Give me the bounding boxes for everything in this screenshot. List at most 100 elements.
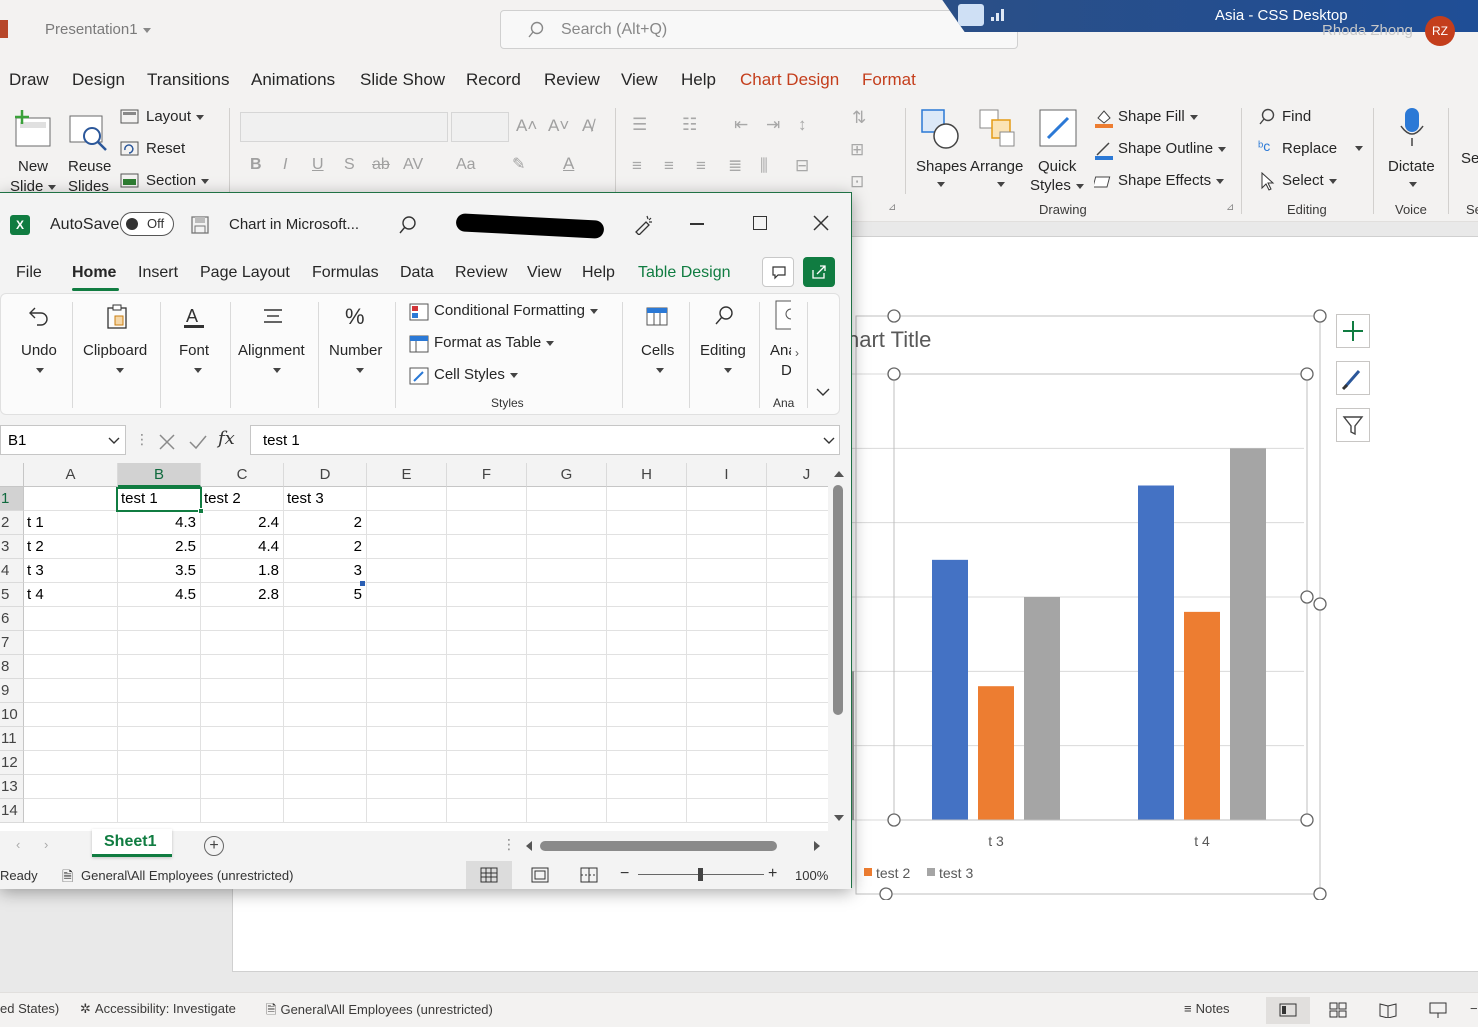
cell-a2[interactable]: t 1	[24, 511, 118, 535]
cell-a3[interactable]: t 2	[24, 535, 118, 559]
hscroll-left-icon[interactable]	[524, 840, 534, 852]
sheet-scroll-right-icon[interactable]: ›	[44, 837, 48, 852]
cell-d8[interactable]	[284, 655, 367, 679]
cell-a12[interactable]	[24, 751, 118, 775]
cell-e10[interactable]	[367, 703, 447, 727]
chart-elements-button[interactable]	[1336, 314, 1370, 348]
search-box[interactable]: Search (Alt+Q)	[500, 10, 1018, 49]
vertical-scroll-thumb[interactable]	[833, 485, 843, 715]
cell-f2[interactable]	[447, 511, 527, 535]
cell-h11[interactable]	[607, 727, 687, 751]
cell-b5[interactable]: 4.5	[118, 583, 201, 607]
cell-e8[interactable]	[367, 655, 447, 679]
cell-j14[interactable]	[767, 799, 828, 823]
notes-button[interactable]: ≡ Notes	[1184, 1001, 1230, 1016]
cell-e14[interactable]	[367, 799, 447, 823]
cell-c5[interactable]: 2.8	[201, 583, 284, 607]
cell-e13[interactable]	[367, 775, 447, 799]
cell-g1[interactable]	[527, 487, 607, 511]
cancel-entry-icon[interactable]	[158, 433, 176, 451]
cell-g7[interactable]	[527, 631, 607, 655]
cell-h4[interactable]	[607, 559, 687, 583]
cell-a13[interactable]	[24, 775, 118, 799]
bar-test-1-t-4[interactable]	[1138, 485, 1174, 821]
undo-button[interactable]: Undo	[17, 302, 63, 382]
cell-h8[interactable]	[607, 655, 687, 679]
cell-j7[interactable]	[767, 631, 828, 655]
cell-i14[interactable]	[687, 799, 767, 823]
increase-indent-icon[interactable]: ⇥	[766, 115, 780, 135]
cell-c2[interactable]: 2.4	[201, 511, 284, 535]
zoom-out-icon[interactable]: −	[1470, 1001, 1478, 1016]
expand-formula-chevron-icon[interactable]	[822, 436, 836, 446]
cell-i2[interactable]	[687, 511, 767, 535]
tab-split-grip-icon[interactable]: ⋮	[502, 836, 516, 853]
xl-tab-home[interactable]: Home	[72, 264, 116, 282]
bar-test-3-t-3[interactable]	[1024, 597, 1060, 820]
cell-e7[interactable]	[367, 631, 447, 655]
cell-h10[interactable]	[607, 703, 687, 727]
cell-g8[interactable]	[527, 655, 607, 679]
cell-c1[interactable]: test 2	[201, 487, 284, 511]
cell-h13[interactable]	[607, 775, 687, 799]
selection-handle[interactable]	[887, 367, 901, 381]
save-icon[interactable]	[190, 215, 210, 235]
comments-button[interactable]	[762, 257, 794, 287]
cell-g9[interactable]	[527, 679, 607, 703]
bullets-icon[interactable]: ☰	[632, 115, 647, 135]
xl-tab-review[interactable]: Review	[455, 264, 507, 282]
cell-g5[interactable]	[527, 583, 607, 607]
cell-b12[interactable]	[118, 751, 201, 775]
cell-j9[interactable]	[767, 679, 828, 703]
reading-view-icon[interactable]	[1379, 1002, 1397, 1018]
cell-f9[interactable]	[447, 679, 527, 703]
cell-i1[interactable]	[687, 487, 767, 511]
paragraph-launcher-icon[interactable]: ⊿	[888, 202, 896, 213]
row-header-11[interactable]: 11	[0, 727, 24, 751]
column-header-a[interactable]: A	[24, 463, 118, 487]
cell-f7[interactable]	[447, 631, 527, 655]
name-box[interactable]: B1	[0, 425, 126, 455]
bar-test-3-t-4[interactable]	[1230, 448, 1266, 820]
zoom-level[interactable]: 100%	[795, 868, 828, 883]
font-color-icon[interactable]: A	[563, 154, 574, 174]
column-header-e[interactable]: E	[367, 463, 447, 487]
chart-title[interactable]: hart Title	[852, 327, 931, 352]
cell-j1[interactable]	[767, 487, 828, 511]
hscroll-right-icon[interactable]	[812, 840, 822, 852]
xl-tab-data[interactable]: Data	[400, 264, 434, 282]
column-header-h[interactable]: H	[607, 463, 687, 487]
cell-c6[interactable]	[201, 607, 284, 631]
slideshow-icon[interactable]	[1429, 1001, 1447, 1019]
editing-button[interactable]: Editing	[697, 302, 753, 382]
cell-b13[interactable]	[118, 775, 201, 799]
change-case-icon[interactable]: Aa	[456, 156, 476, 174]
cells-button[interactable]: Cells	[635, 302, 679, 382]
grow-font-icon[interactable]: A˄	[516, 116, 537, 136]
cell-f6[interactable]	[447, 607, 527, 631]
cell-f12[interactable]	[447, 751, 527, 775]
cell-g12[interactable]	[527, 751, 607, 775]
sensitivity-button[interactable]: Se	[1461, 150, 1478, 167]
language-status[interactable]: ed States)	[0, 1001, 59, 1016]
cell-f11[interactable]	[447, 727, 527, 751]
cell-a7[interactable]	[24, 631, 118, 655]
row-header-8[interactable]: 8	[0, 655, 24, 679]
row-header-3[interactable]: 3	[0, 535, 24, 559]
chart-legend[interactable]: test 2 test 3	[864, 865, 973, 881]
sheet-tab-sheet1[interactable]: Sheet1	[92, 829, 172, 857]
cell-c3[interactable]: 4.4	[201, 535, 284, 559]
align-center-icon[interactable]: ≡	[664, 156, 674, 176]
align-left-icon[interactable]: ≡	[632, 156, 642, 176]
highlight-icon[interactable]: ✎	[512, 154, 525, 174]
avatar[interactable]: RZ	[1425, 16, 1455, 46]
numbering-icon[interactable]: ☷	[682, 115, 697, 135]
font-size-box[interactable]	[451, 112, 509, 142]
cell-i8[interactable]	[687, 655, 767, 679]
tab-animations[interactable]: Animations	[251, 70, 335, 90]
shrink-font-icon[interactable]: A˅	[548, 116, 569, 136]
arrange-button[interactable]: Arrange	[970, 106, 1026, 192]
select-all-corner[interactable]	[0, 463, 24, 487]
italic-icon[interactable]: I	[283, 156, 287, 174]
drawing-launcher-icon[interactable]: ⊿	[1226, 202, 1234, 213]
